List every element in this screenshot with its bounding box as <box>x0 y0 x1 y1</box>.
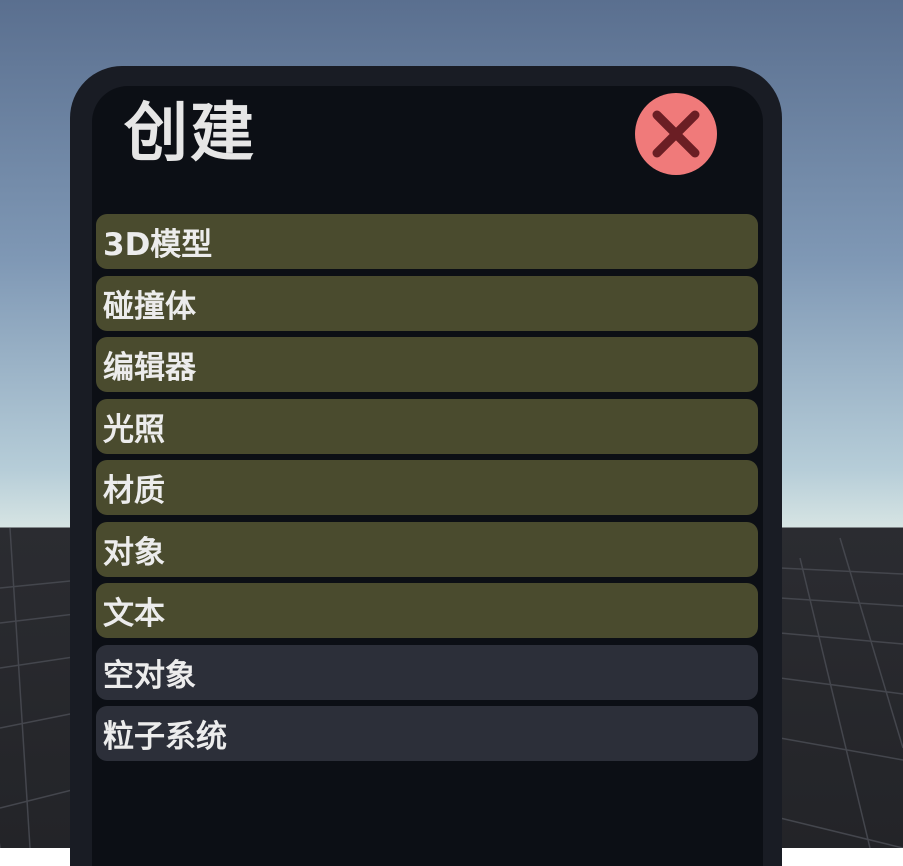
menu-item-object[interactable]: 对象 <box>96 521 758 577</box>
menu-item-lighting[interactable]: 光照 <box>96 398 758 454</box>
menu-item-empty-object[interactable]: 空对象 <box>96 644 758 700</box>
close-button[interactable] <box>635 93 717 175</box>
menu-item-material[interactable]: 材质 <box>96 460 758 515</box>
menu-item-text[interactable]: 文本 <box>96 583 758 638</box>
close-x-icon <box>652 110 700 158</box>
menu-item-editor[interactable]: 编辑器 <box>96 337 758 392</box>
menu-item-collider[interactable]: 碰撞体 <box>96 275 758 331</box>
create-menu-list: 3D模型 碰撞体 编辑器 光照 材质 对象 文本 空对象 粒子系统 <box>96 214 758 768</box>
menu-item-particle-system[interactable]: 粒子系统 <box>96 706 758 761</box>
menu-item-3d-model[interactable]: 3D模型 <box>96 214 758 269</box>
panel-title: 创建 <box>124 97 256 171</box>
